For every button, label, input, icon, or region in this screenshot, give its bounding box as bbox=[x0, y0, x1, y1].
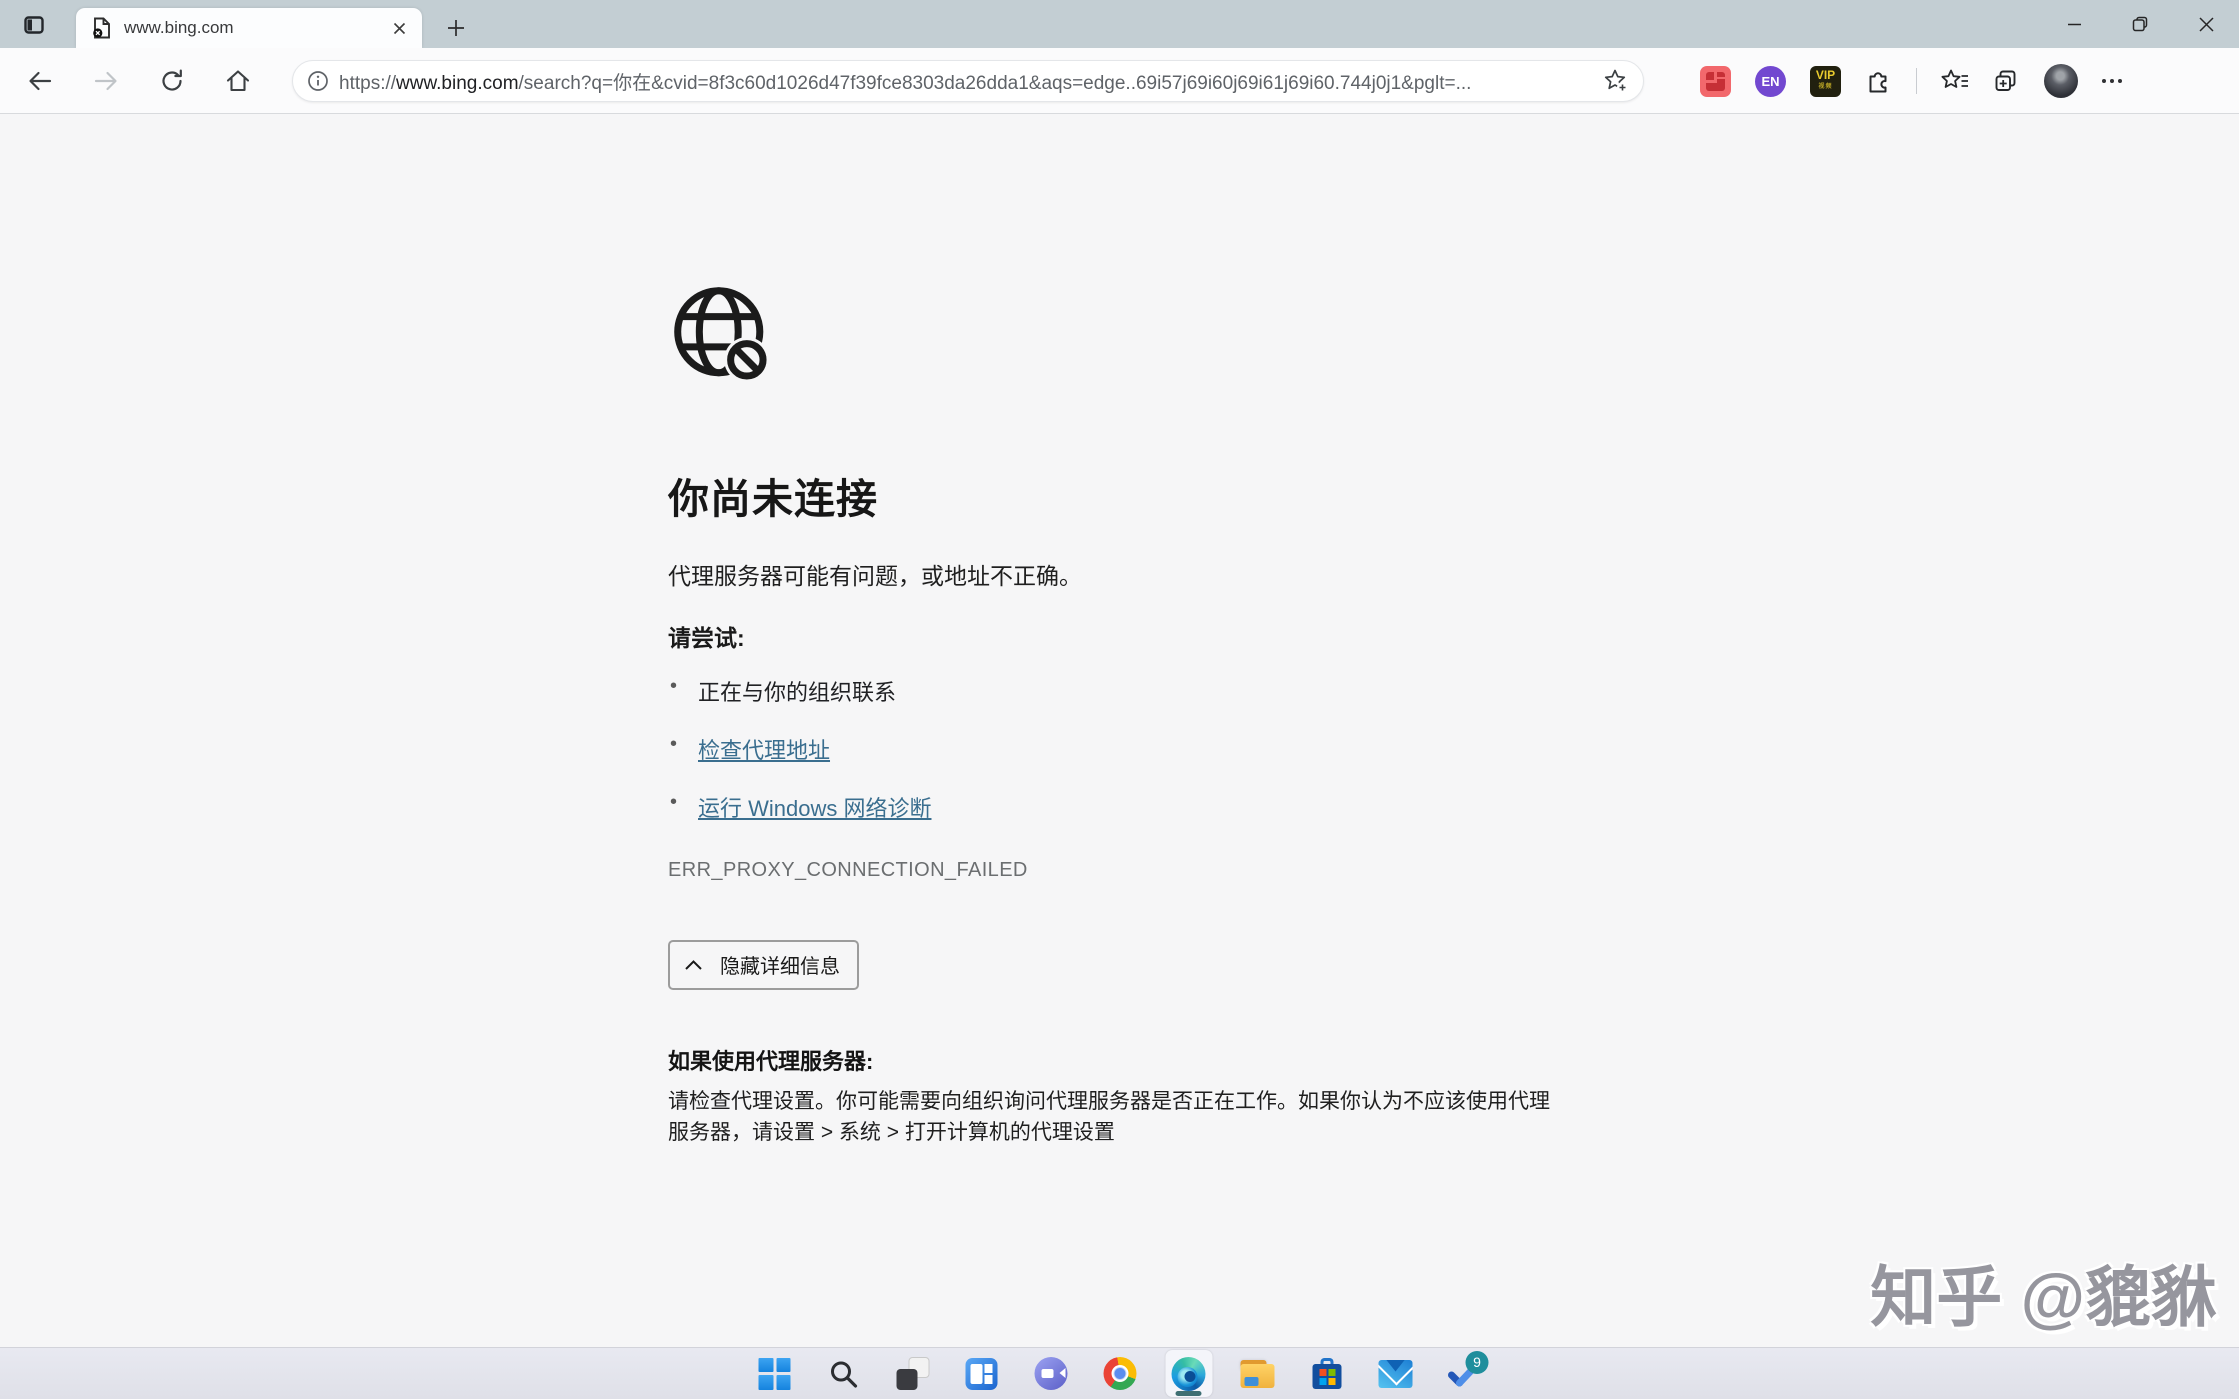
error-code: ERR_PROXY_CONNECTION_FAILED bbox=[668, 859, 1668, 882]
error-title: 你尚未连接 bbox=[668, 465, 1668, 525]
windows-start-icon bbox=[759, 1358, 791, 1390]
chevron-up-icon bbox=[684, 959, 703, 971]
minimize-button[interactable] bbox=[2041, 0, 2107, 48]
address-bar[interactable]: https://www.bing.com/search?q=你在&cvid=8f… bbox=[292, 60, 1644, 102]
add-favorite-icon[interactable] bbox=[1603, 68, 1629, 94]
tab-close-button[interactable] bbox=[386, 15, 412, 41]
edge-button-active[interactable] bbox=[1165, 1350, 1212, 1397]
todo-button[interactable]: 9 bbox=[1441, 1350, 1488, 1397]
tab-actions-menu-button[interactable] bbox=[16, 7, 52, 43]
mail-button[interactable] bbox=[1372, 1350, 1419, 1397]
file-explorer-icon bbox=[1241, 1360, 1275, 1388]
suggestion-item: 运行 Windows 网络诊断 bbox=[668, 791, 1668, 823]
todo-check-icon: 9 bbox=[1447, 1357, 1483, 1391]
teams-chat-icon bbox=[1034, 1357, 1067, 1390]
tab-actions-icon bbox=[23, 14, 45, 36]
suggestion-item: 正在与你的组织联系 bbox=[668, 675, 1668, 707]
chrome-icon bbox=[1103, 1357, 1136, 1390]
tab-title: www.bing.com bbox=[124, 18, 386, 38]
details-heading: 如果使用代理服务器: bbox=[668, 1044, 1668, 1076]
suggestion-item: 检查代理地址 bbox=[668, 733, 1668, 765]
start-button[interactable] bbox=[751, 1350, 798, 1397]
chrome-button[interactable] bbox=[1096, 1350, 1143, 1397]
toolbar-separator bbox=[1916, 68, 1917, 94]
back-button[interactable] bbox=[20, 61, 60, 101]
todo-badge: 9 bbox=[1466, 1351, 1489, 1374]
suggestion-list: 正在与你的组织联系 检查代理地址 运行 Windows 网络诊断 bbox=[668, 675, 1668, 823]
error-page: 你尚未连接 代理服务器可能有问题，或地址不正确。 请尝试: 正在与你的组织联系 … bbox=[0, 115, 2239, 1347]
chat-button[interactable] bbox=[1027, 1350, 1074, 1397]
url-text[interactable]: https://www.bing.com/search?q=你在&cvid=8f… bbox=[339, 68, 1603, 95]
close-window-button[interactable] bbox=[2173, 0, 2239, 48]
home-button[interactable] bbox=[218, 61, 258, 101]
taskbar: 9 中 23:19 2021/11/12 1 bbox=[0, 1347, 2239, 1399]
url-path: /search?q=你在&cvid=8f3c60d1026d47f39fce83… bbox=[519, 73, 1472, 94]
restore-button[interactable] bbox=[2107, 0, 2173, 48]
extensions-puzzle-icon[interactable] bbox=[1865, 68, 1892, 95]
microsoft-store-button[interactable] bbox=[1303, 1350, 1350, 1397]
edge-icon bbox=[1172, 1357, 1206, 1391]
collections-icon[interactable] bbox=[1993, 68, 2020, 95]
file-explorer-button[interactable] bbox=[1234, 1350, 1281, 1397]
settings-menu-icon[interactable] bbox=[2102, 79, 2122, 83]
globe-blocked-icon bbox=[668, 281, 1668, 389]
details-body: 请检查代理设置。你可能需要向组织询问代理服务器是否正在工作。如果你认为不应该使用… bbox=[668, 1086, 1563, 1148]
vip-extension-icon[interactable]: VIP视频 bbox=[1810, 66, 1841, 97]
mail-icon bbox=[1379, 1360, 1413, 1388]
search-icon bbox=[829, 1359, 859, 1389]
site-info-icon[interactable] bbox=[307, 70, 329, 92]
run-diagnostics-link[interactable]: 运行 Windows 网络诊断 bbox=[698, 796, 931, 821]
error-subtitle: 代理服务器可能有问题，或地址不正确。 bbox=[668, 557, 1668, 591]
browser-toolbar: https://www.bing.com/search?q=你在&cvid=8f… bbox=[0, 48, 2239, 114]
favorites-icon[interactable] bbox=[1941, 68, 1969, 94]
url-host: www.bing.com bbox=[396, 73, 519, 94]
search-button[interactable] bbox=[820, 1350, 867, 1397]
browser-titlebar: www.bing.com bbox=[0, 0, 2239, 48]
profile-avatar[interactable] bbox=[2044, 64, 2078, 98]
url-scheme: https:// bbox=[339, 73, 396, 94]
extensions-row: EN VIP视频 bbox=[1700, 61, 2122, 101]
widgets-icon bbox=[966, 1358, 998, 1390]
check-proxy-link[interactable]: 检查代理地址 bbox=[698, 738, 830, 763]
forward-button[interactable] bbox=[86, 61, 126, 101]
widgets-button[interactable] bbox=[958, 1350, 1005, 1397]
window-controls bbox=[2041, 0, 2239, 48]
new-tab-button[interactable] bbox=[438, 10, 474, 46]
task-view-button[interactable] bbox=[889, 1350, 936, 1397]
hide-details-button[interactable]: 隐藏详细信息 bbox=[668, 940, 859, 990]
en-translator-extension-icon[interactable]: EN bbox=[1755, 66, 1786, 97]
try-heading: 请尝试: bbox=[668, 619, 1668, 653]
broken-page-favicon bbox=[92, 17, 112, 39]
store-icon bbox=[1310, 1357, 1343, 1390]
refresh-button[interactable] bbox=[152, 61, 192, 101]
red-dictionary-extension-icon[interactable] bbox=[1700, 66, 1731, 97]
zhihu-watermark: 知乎 @貔貅 bbox=[1870, 1244, 2217, 1340]
browser-tab[interactable]: www.bing.com bbox=[76, 8, 422, 48]
task-view-icon bbox=[896, 1357, 929, 1390]
